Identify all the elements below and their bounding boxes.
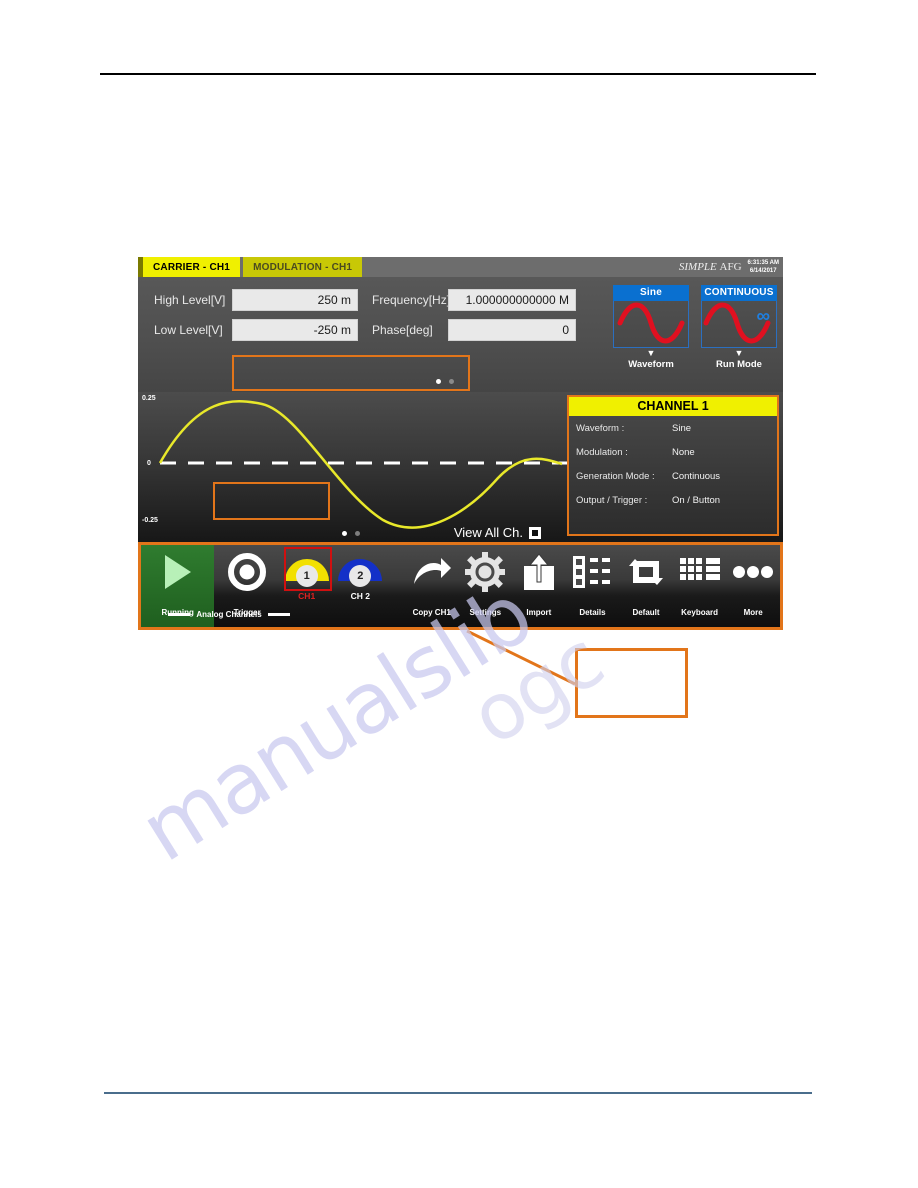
toolbar-channel-2[interactable]: 2 CH 2 (333, 545, 387, 627)
toolbar-settings-label: Settings (469, 608, 502, 617)
list-detail-icon (571, 547, 613, 597)
waveform-caption: Sine (613, 285, 689, 301)
status-clock: 6:31:35 AM 6/14/2017 (748, 259, 779, 275)
view-all-channels-label: View All Ch. (453, 525, 523, 540)
view-all-channels-checkbox[interactable] (529, 526, 541, 539)
gear-icon (465, 547, 506, 597)
channel-row-generation-mode: Generation Mode : Continuous (569, 464, 777, 488)
sine-wave-icon (613, 301, 689, 348)
refresh-arrows-icon (625, 547, 667, 597)
channel-output-trigger-value: On / Button (672, 494, 721, 506)
waveform-label: Waveform (628, 359, 674, 370)
parameter-highlight-box (232, 355, 470, 391)
run-mode-caption: CONTINUOUS (701, 285, 777, 301)
channel-modulation-key: Modulation : (576, 446, 628, 458)
analog-rule-right (267, 613, 290, 616)
frequency-label: Frequency[Hz] (372, 293, 451, 307)
channel-2-knob-icon: 2 (338, 559, 383, 587)
page-dot-1[interactable] (436, 379, 441, 384)
low-level-input[interactable]: -250 m (232, 319, 358, 341)
channel-output-trigger-key: Output / Trigger : (576, 494, 648, 506)
view-all-channels-control[interactable]: View All Ch. (454, 525, 541, 540)
waveform-arrow-icon: ▼ (646, 348, 656, 358)
channel-2-label: CH 2 (350, 591, 370, 601)
run-mode-arrow-icon: ▼ (734, 348, 744, 358)
channel-generation-mode-key: Generation Mode : (576, 470, 655, 482)
callout-box (575, 648, 688, 718)
brand-clock-group: SIMPLE AFG 6:31:35 AM 6/14/2017 (679, 257, 779, 277)
page-footer-rule (104, 1092, 812, 1094)
toolbar-default-button[interactable]: Default (619, 545, 673, 627)
clock-time: 6:31:35 AM (747, 260, 779, 266)
channel-row-output-trigger: Output / Trigger : On / Button (569, 488, 777, 512)
callout-text (578, 651, 685, 659)
toolbar-more-label: More (743, 608, 763, 617)
device-toolbar: Running Trigger 1 CH1 2 CH 2 (138, 542, 783, 630)
mode-button-group: Sine ▼ Waveform CONTINUOUS ∞ ▼ Run Mode (613, 285, 777, 370)
toolbar-import-label: Import (526, 608, 552, 617)
channel-generation-mode-value: Continuous (672, 470, 721, 482)
channel-row-modulation: Modulation : None (569, 440, 777, 464)
low-level-label: Low Level[V] (154, 323, 223, 337)
toolbar-default-label: Default (632, 608, 660, 617)
toolbar-keyboard-button[interactable]: Keyboard (673, 545, 727, 627)
waveform-display: 0.25 0 -0.25 View All Ch. CHANNEL 1 Wave… (138, 392, 783, 542)
parameter-page-dots[interactable] (436, 379, 454, 384)
waveform-page-dot-1[interactable] (342, 531, 347, 536)
run-mode-icon-wrap: ∞ (701, 301, 777, 348)
channel-modulation-value: None (672, 446, 695, 458)
channel-info-panel: CHANNEL 1 Waveform : Sine Modulation : N… (567, 395, 779, 536)
high-level-label: High Level[V] (154, 293, 226, 307)
channel-panel-title: CHANNEL 1 (569, 397, 777, 416)
toolbar-keyboard-label: Keyboard (681, 608, 719, 617)
phase-input[interactable]: 0 (448, 319, 576, 341)
upload-icon (520, 547, 558, 597)
channel-1-selection-outline (283, 547, 332, 591)
play-icon (164, 555, 191, 589)
toolbar-details-label: Details (579, 608, 606, 617)
afg-device-screen: CARRIER - CH1 MODULATION - CH1 SIMPLE AF… (138, 257, 783, 630)
toolbar-import-button[interactable]: Import (512, 545, 566, 627)
channel-waveform-value: Sine (672, 422, 692, 434)
analog-rule-left (168, 613, 191, 616)
high-level-input[interactable]: 250 m (232, 289, 358, 311)
tab-carrier-ch1[interactable]: CARRIER - CH1 (143, 257, 241, 277)
toolbar-more-button[interactable]: More (726, 545, 780, 627)
target-icon (228, 553, 267, 591)
clock-date: 6/14/2017 (749, 268, 777, 274)
brand-logo: SIMPLE AFG (679, 261, 742, 273)
keyboard-grid-icon (678, 547, 722, 597)
parameter-panel: High Level[V] 250 m Frequency[Hz] 1.0000… (138, 277, 783, 392)
channel-1-label: CH1 (298, 591, 316, 601)
channel-2-number: 2 (349, 565, 372, 587)
phase-label: Phase[deg] (372, 323, 433, 337)
infinity-icon: ∞ (756, 306, 769, 327)
channel-row-waveform: Waveform : Sine (569, 416, 777, 440)
channel-waveform-key: Waveform : (576, 422, 625, 434)
tab-modulation-ch1[interactable]: MODULATION - CH1 (243, 257, 363, 277)
ellipsis-icon (731, 547, 775, 597)
curved-arrow-icon (411, 547, 453, 597)
brand-name-italic: SIMPLE (678, 261, 717, 273)
run-mode-label: Run Mode (716, 359, 762, 370)
toolbar-copy-ch1-button[interactable]: Copy CH1 (405, 545, 459, 627)
run-mode-button[interactable]: CONTINUOUS ∞ ▼ Run Mode (701, 285, 777, 370)
brand-name-plain: AFG (719, 261, 742, 273)
frequency-input[interactable]: 1.000000000000 M (448, 289, 576, 311)
waveform-highlight-box (213, 482, 330, 520)
toolbar-details-button[interactable]: Details (566, 545, 620, 627)
page-dot-2[interactable] (449, 379, 454, 384)
waveform-page-dot-2[interactable] (355, 531, 360, 536)
toolbar-settings-button[interactable]: Settings (459, 545, 513, 627)
toolbar-copy-ch1-label: Copy CH1 (412, 608, 451, 617)
waveform-page-dots[interactable] (342, 531, 360, 536)
analog-channels-text: Analog Channels (196, 610, 262, 619)
waveform-button[interactable]: Sine ▼ Waveform (613, 285, 689, 370)
page-header-rule (100, 73, 816, 75)
tab-bar: CARRIER - CH1 MODULATION - CH1 SIMPLE AF… (138, 257, 783, 277)
analog-channels-group-label: Analog Channels (141, 610, 317, 619)
